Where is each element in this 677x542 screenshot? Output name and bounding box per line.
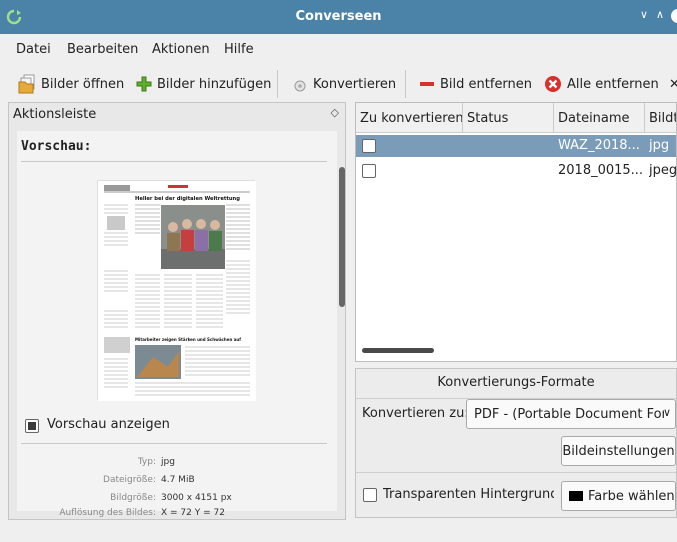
image-settings-button[interactable]: Bildeinstellungen xyxy=(561,436,676,466)
actions-panel-title: Aktionsleiste xyxy=(13,107,97,122)
column-header-convert[interactable]: Zu konvertieren xyxy=(356,103,463,133)
title-bar: Converseen ∨ ∧ xyxy=(0,0,677,34)
newspaper-preview-graphic: Heller bei der digitalen Weltrettung Mit… xyxy=(98,181,256,401)
divider xyxy=(21,443,327,444)
formats-title: Konvertierungs-Formate xyxy=(437,375,595,390)
info-filesize-value: 4.7 MiB xyxy=(161,475,195,485)
info-type-value: jpg xyxy=(161,457,175,467)
show-preview-label: Vorschau anzeigen xyxy=(47,417,170,432)
choose-color-label: Farbe wählen xyxy=(588,488,675,504)
file-table: Zu konvertieren Status Dateiname Bildtyp… xyxy=(355,102,677,362)
open-images-label: Bilder öffnen xyxy=(41,76,125,92)
menu-bearbeiten[interactable]: Bearbeiten xyxy=(67,42,138,57)
add-icon xyxy=(136,76,152,92)
open-images-button[interactable]: Bilder öffnen xyxy=(18,73,124,95)
remove-minus-icon xyxy=(420,82,434,86)
image-preview: Heller bei der digitalen Weltrettung Mit… xyxy=(97,180,256,401)
menu-aktionen[interactable]: Aktionen xyxy=(152,42,210,57)
divider xyxy=(356,472,676,473)
info-resolution-key: Auflösung des Bildes: xyxy=(59,508,156,518)
add-images-label: Bilder hinzufügen xyxy=(157,76,272,92)
info-filesize-key: Dateigröße: xyxy=(103,475,156,485)
remove-image-button[interactable]: Bild entfernen xyxy=(419,73,532,95)
column-header-filename[interactable]: Dateiname xyxy=(554,103,645,133)
minimize-icon[interactable]: ∨ xyxy=(640,8,648,21)
convert-button[interactable]: Konvertieren xyxy=(292,73,396,95)
panel-scrollbar[interactable] xyxy=(339,167,345,307)
preview-headline: Heller bei der digitalen Weltrettung xyxy=(135,196,240,202)
menu-hilfe[interactable]: Hilfe xyxy=(224,42,254,57)
conversion-formats-panel: Konvertierungs-Formate Konvertieren zu: … xyxy=(355,368,677,518)
panel-float-icon[interactable]: ◇ xyxy=(331,106,339,119)
table-horizontal-scrollbar[interactable] xyxy=(362,348,434,353)
info-imagesize-value: 3000 x 4151 px xyxy=(161,493,232,503)
column-header-status[interactable]: Status xyxy=(463,103,554,133)
info-type-key: Typ: xyxy=(137,457,156,467)
divider xyxy=(21,161,327,162)
row-convert-checkbox[interactable] xyxy=(362,139,376,153)
toolbar-separator xyxy=(405,70,406,98)
chevron-down-icon: ∨ xyxy=(662,406,671,419)
convert-to-label: Konvertieren zu: xyxy=(362,406,469,421)
remove-all-icon xyxy=(545,76,561,92)
open-images-icon xyxy=(18,74,35,94)
row-filename: WAZ_2018... xyxy=(558,138,640,153)
remove-all-label: Alle entfernen xyxy=(567,76,659,92)
menu-bar: Datei Bearbeiten Aktionen Hilfe xyxy=(0,34,677,64)
convert-label: Konvertieren xyxy=(313,76,397,92)
format-select-value: PDF - (Portable Document Format) xyxy=(474,406,664,422)
actions-panel: Aktionsleiste ◇ Vorschau: Heller bei der… xyxy=(8,102,346,520)
close-window-icon[interactable] xyxy=(671,9,677,23)
row-convert-checkbox[interactable] xyxy=(362,164,376,178)
column-header-type[interactable]: Bildtyp xyxy=(645,103,676,133)
add-images-button[interactable]: Bilder hinzufügen xyxy=(136,73,271,95)
table-row[interactable]: WAZ_2018... jpg xyxy=(356,135,676,157)
info-resolution-value: X = 72 Y = 72 xyxy=(161,508,225,518)
preview-heading: Vorschau: xyxy=(21,139,92,154)
toolbar: Bilder öffnen Bilder hinzufügen Konverti… xyxy=(0,64,677,102)
toolbar-separator xyxy=(277,70,278,98)
convert-gear-icon xyxy=(294,80,306,92)
toolbar-overflow-icon[interactable]: ✕ xyxy=(669,73,677,95)
transparent-background-label: Transparenten Hintergrund ersetzen xyxy=(383,487,554,502)
preview-scroll-area[interactable]: Vorschau: Heller bei der digitalen Weltr… xyxy=(17,131,345,518)
remove-all-button[interactable]: Alle entfernen xyxy=(544,73,659,95)
status-bar xyxy=(0,522,677,542)
row-type: jpg xyxy=(649,138,670,153)
table-row[interactable]: 2018_0015... jpeg xyxy=(356,160,677,182)
row-filename: 2018_0015... xyxy=(558,163,643,178)
row-type: jpeg xyxy=(649,163,677,178)
menu-datei[interactable]: Datei xyxy=(16,42,51,57)
window-title: Converseen xyxy=(295,9,382,24)
remove-image-label: Bild entfernen xyxy=(440,76,533,92)
choose-color-button[interactable]: Farbe wählen xyxy=(561,481,676,511)
transparent-background-checkbox[interactable] xyxy=(363,488,377,502)
show-preview-checkbox[interactable] xyxy=(25,419,39,433)
maximize-icon[interactable]: ∧ xyxy=(656,8,664,21)
format-select[interactable]: PDF - (Portable Document Format) ∨ xyxy=(466,399,676,429)
info-imagesize-key: Bildgröße: xyxy=(110,493,156,503)
preview-subheadline: Mitarbeiter zeigen Stärken und Schwächen… xyxy=(135,337,241,342)
color-swatch xyxy=(569,491,583,501)
